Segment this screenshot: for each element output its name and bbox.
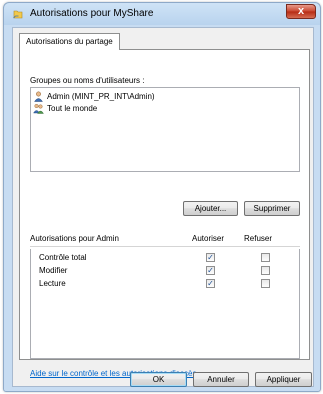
list-item-label: Admin (MINT_PR_INT\Admin) — [47, 92, 155, 101]
add-button[interactable]: Ajouter... — [183, 201, 238, 216]
permissions-header: Autorisations pour Admin — [30, 234, 119, 243]
users-list[interactable]: Admin (MINT_PR_INT\Admin) Tout le monde — [30, 87, 300, 172]
window-title: Autorisations pour MyShare — [30, 8, 154, 19]
permission-name: Modifier — [39, 266, 68, 275]
shared-folder-icon — [13, 10, 23, 19]
deny-checkbox[interactable] — [261, 266, 270, 275]
permission-row: Modifier ✓ — [39, 265, 299, 277]
cancel-button[interactable]: Annuler — [193, 372, 249, 387]
permission-row: Contrôle total ✓ — [39, 252, 299, 264]
permission-row: Lecture ✓ — [39, 278, 299, 290]
users-label: Groupes ou noms d'utilisateurs : — [30, 76, 145, 85]
allow-column-header: Autoriser — [192, 234, 225, 243]
permissions-list: Contrôle total ✓ Modifier ✓ Lecture ✓ — [30, 249, 300, 359]
apply-button[interactable]: Appliquer — [255, 372, 312, 387]
list-item-admin[interactable]: Admin (MINT_PR_INT\Admin) — [33, 91, 155, 102]
deny-checkbox[interactable] — [261, 253, 270, 262]
tab-panel: Groupes ou noms d'utilisateurs : Admin (… — [19, 49, 310, 378]
ok-button[interactable]: OK — [130, 372, 187, 387]
title-bar[interactable]: Autorisations pour MyShare x — [4, 3, 320, 27]
remove-button[interactable]: Supprimer — [244, 201, 300, 216]
list-item-everyone[interactable]: Tout le monde — [33, 103, 97, 114]
dialog-client-area: Autorisations du partage Groupes ou noms… — [12, 27, 314, 387]
list-item-label: Tout le monde — [47, 104, 98, 113]
allow-checkbox[interactable]: ✓ — [206, 266, 215, 275]
allow-checkbox[interactable]: ✓ — [206, 279, 215, 288]
divider — [30, 246, 300, 247]
close-button[interactable]: x — [286, 4, 316, 19]
deny-checkbox[interactable] — [261, 279, 270, 288]
deny-column-header: Refuser — [244, 234, 273, 243]
allow-checkbox[interactable]: ✓ — [206, 253, 215, 262]
tab-share-permissions[interactable]: Autorisations du partage — [19, 33, 120, 50]
close-icon: x — [297, 5, 305, 17]
user-icon — [34, 91, 43, 102]
permission-name: Lecture — [39, 279, 66, 288]
permissions-dialog: Autorisations pour MyShare x Autorisatio… — [3, 2, 321, 392]
permission-name: Contrôle total — [39, 253, 87, 262]
group-icon — [33, 104, 44, 114]
